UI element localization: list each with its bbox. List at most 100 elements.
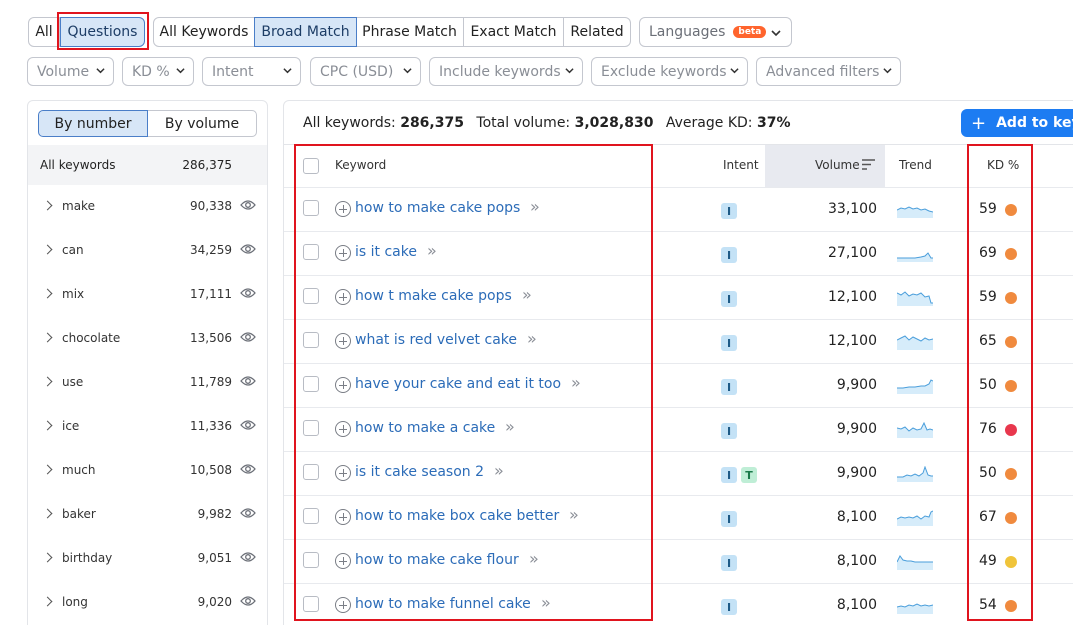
sort-icon[interactable] <box>862 159 875 170</box>
keyword-link[interactable]: how to make box cake better <box>355 508 559 524</box>
chevron-right-icon[interactable] <box>42 244 53 255</box>
chevron-right-icon[interactable] <box>42 464 53 475</box>
eye-icon[interactable] <box>240 463 256 475</box>
volume-column-header[interactable]: Volume <box>815 158 860 172</box>
eye-icon[interactable] <box>240 551 256 563</box>
keyword-link[interactable]: how to make cake flour <box>355 552 519 568</box>
row-checkbox[interactable] <box>303 288 319 304</box>
table-row: how to make cake pops I 33,100 59 » <box>284 187 1073 231</box>
open-serp-icon[interactable]: » <box>427 241 437 260</box>
add-circle-icon[interactable] <box>335 289 351 305</box>
tab-broad-match[interactable]: Broad Match <box>254 17 357 47</box>
keyword-link[interactable]: how to make a cake <box>355 420 495 436</box>
row-checkbox[interactable] <box>303 332 319 348</box>
sidebar-all-row[interactable]: All keywords 286,375 <box>28 145 267 185</box>
row-checkbox[interactable] <box>303 376 319 392</box>
filter-advanced[interactable]: Advanced filters <box>756 57 901 86</box>
chevron-right-icon[interactable] <box>42 332 53 343</box>
open-serp-icon[interactable]: » <box>529 549 539 568</box>
add-circle-icon[interactable] <box>335 201 351 217</box>
chevron-right-icon[interactable] <box>42 376 53 387</box>
filter-kd[interactable]: KD % <box>122 57 194 86</box>
kd-column-header[interactable]: KD % <box>987 158 1019 172</box>
by-number-toggle[interactable]: By number <box>38 110 148 137</box>
sidebar-item-can[interactable]: can 34,259 <box>28 229 267 273</box>
keyword-link[interactable]: is it cake season 2 <box>355 464 484 480</box>
sidebar-item-mix[interactable]: mix 17,111 <box>28 273 267 317</box>
keyword-link[interactable]: have your cake and eat it too <box>355 376 561 392</box>
chevron-right-icon[interactable] <box>42 200 53 211</box>
add-circle-icon[interactable] <box>335 333 351 349</box>
eye-icon[interactable] <box>240 507 256 519</box>
add-circle-icon[interactable] <box>335 509 351 525</box>
open-serp-icon[interactable]: » <box>569 505 579 524</box>
sidebar-item-baker[interactable]: baker 9,982 <box>28 493 267 537</box>
keyword-link[interactable]: how to make cake pops <box>355 200 520 216</box>
eye-icon[interactable] <box>240 419 256 431</box>
row-checkbox[interactable] <box>303 200 319 216</box>
sidebar-item-make[interactable]: make 90,338 <box>28 185 267 229</box>
filter-cpc[interactable]: CPC (USD) <box>310 57 421 86</box>
chevron-right-icon[interactable] <box>42 288 53 299</box>
sidebar-item-ice[interactable]: ice 11,336 <box>28 405 267 449</box>
eye-icon[interactable] <box>240 243 256 255</box>
eye-icon[interactable] <box>240 331 256 343</box>
row-checkbox[interactable] <box>303 244 319 260</box>
tab-all-keywords[interactable]: All Keywords <box>153 17 255 47</box>
open-serp-icon[interactable]: » <box>522 285 532 304</box>
sidebar-item-chocolate[interactable]: chocolate 13,506 <box>28 317 267 361</box>
row-checkbox[interactable] <box>303 552 319 568</box>
row-checkbox[interactable] <box>303 508 319 524</box>
filter-exclude-keywords[interactable]: Exclude keywords <box>591 57 748 86</box>
chevron-right-icon[interactable] <box>42 552 53 563</box>
sidebar-item-long[interactable]: long 9,020 <box>28 581 267 625</box>
sidebar-all-label: All keywords <box>40 158 116 172</box>
open-serp-icon[interactable]: » <box>505 417 515 436</box>
chevron-right-icon[interactable] <box>42 596 53 607</box>
open-serp-icon[interactable]: » <box>571 373 581 392</box>
keyword-link[interactable]: how to make funnel cake <box>355 596 531 612</box>
add-circle-icon[interactable] <box>335 421 351 437</box>
tab-questions[interactable]: Questions <box>60 17 145 47</box>
keyword-link[interactable]: how t make cake pops <box>355 288 512 304</box>
add-circle-icon[interactable] <box>335 597 351 613</box>
filter-label: Intent <box>212 63 254 80</box>
filter-intent[interactable]: Intent <box>202 57 301 86</box>
row-checkbox[interactable] <box>303 464 319 480</box>
chevron-right-icon[interactable] <box>42 420 53 431</box>
trend-column-header: Trend <box>899 158 932 172</box>
eye-icon[interactable] <box>240 375 256 387</box>
open-serp-icon[interactable]: » <box>494 461 504 480</box>
add-circle-icon[interactable] <box>335 553 351 569</box>
keyword-link[interactable]: is it cake <box>355 244 417 260</box>
open-serp-icon[interactable]: » <box>527 329 537 348</box>
eye-icon[interactable] <box>240 287 256 299</box>
tab-exact-match[interactable]: Exact Match <box>464 17 564 47</box>
chevron-right-icon[interactable] <box>42 508 53 519</box>
open-serp-icon[interactable]: » <box>530 197 540 216</box>
filter-include-keywords[interactable]: Include keywords <box>429 57 583 86</box>
add-circle-icon[interactable] <box>335 465 351 481</box>
sidebar-item-much[interactable]: much 10,508 <box>28 449 267 493</box>
filter-volume[interactable]: Volume <box>27 57 114 86</box>
open-serp-icon[interactable]: » <box>541 593 551 612</box>
eye-icon[interactable] <box>240 595 256 607</box>
filter-label: Advanced filters <box>766 63 880 80</box>
tab-related[interactable]: Related <box>564 17 631 47</box>
tab-all[interactable]: All <box>28 17 60 47</box>
keyword-column-header[interactable]: Keyword <box>335 158 386 172</box>
add-circle-icon[interactable] <box>335 377 351 393</box>
sidebar-item-use[interactable]: use 11,789 <box>28 361 267 405</box>
add-to-keyword-list-button[interactable]: + Add to keyw <box>961 109 1073 137</box>
add-circle-icon[interactable] <box>335 245 351 261</box>
by-volume-toggle[interactable]: By volume <box>147 110 257 137</box>
row-checkbox[interactable] <box>303 420 319 436</box>
intent-column-header[interactable]: Intent <box>723 158 759 172</box>
eye-icon[interactable] <box>240 199 256 211</box>
select-all-checkbox[interactable] <box>303 158 319 174</box>
tab-phrase-match[interactable]: Phrase Match <box>356 17 464 47</box>
sidebar-item-birthday[interactable]: birthday 9,051 <box>28 537 267 581</box>
keyword-link[interactable]: what is red velvet cake <box>355 332 517 348</box>
languages-dropdown[interactable]: Languages beta <box>639 17 792 47</box>
row-checkbox[interactable] <box>303 596 319 612</box>
